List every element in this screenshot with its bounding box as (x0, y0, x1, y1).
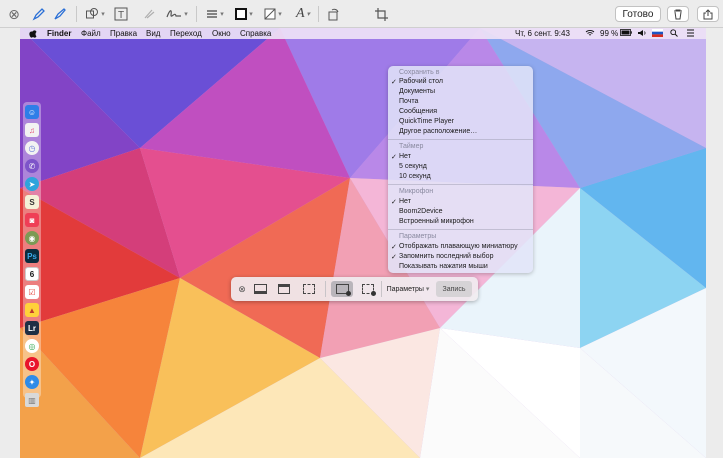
record-selection-icon[interactable] (359, 281, 377, 297)
battery-percent: 99 % (600, 29, 619, 38)
rotate-icon[interactable] (325, 5, 341, 23)
capture-bar-divider (325, 281, 326, 297)
reminders-icon[interactable]: ☑ (25, 285, 39, 299)
menubar-datetime[interactable]: Чт, 6 сент. 9:43 (515, 29, 570, 38)
font-icon[interactable]: A ▾ (292, 5, 314, 23)
itunes-icon[interactable]: ♫ (25, 123, 39, 137)
menu-divider (388, 184, 533, 185)
opera-icon[interactable]: O (25, 357, 39, 371)
menu-item-desktop[interactable]: Рабочий стол (399, 78, 443, 85)
menu-header-microphone: Микрофон (399, 188, 434, 195)
pen-icon[interactable] (31, 5, 47, 23)
pocket-icon[interactable]: ◙ (25, 213, 39, 227)
checkmark-icon: ✓ (391, 199, 397, 206)
menu-item-quicktime[interactable]: QuickTime Player (399, 118, 454, 125)
menu-item-messages[interactable]: Сообщения (399, 108, 437, 115)
apple-icon[interactable] (29, 29, 37, 40)
record-entire-screen-icon[interactable] (331, 281, 353, 297)
crop-icon[interactable] (373, 5, 389, 23)
menu-help[interactable]: Справка (240, 29, 271, 38)
menu-item-documents[interactable]: Документы (399, 88, 435, 95)
notification-center-icon[interactable] (686, 29, 695, 39)
done-button[interactable]: Готово (615, 6, 661, 22)
clock-icon[interactable]: ◷ (25, 141, 39, 155)
screenshot-capture-bar: ⊗ Параметры ▾ Запись (231, 277, 478, 301)
options-label: Параметры (386, 285, 424, 293)
safari-icon[interactable]: ✦ (25, 375, 39, 389)
menu-divider (388, 229, 533, 230)
toolbar-divider (318, 6, 319, 22)
toolbar-divider (196, 6, 197, 22)
close-icon[interactable]: ⊗ (5, 5, 23, 23)
capture-options-menu: Сохранить в ✓ Рабочий стол Документы Поч… (388, 66, 533, 273)
menu-item-mail[interactable]: Почта (399, 98, 418, 105)
menu-item-timer-10s[interactable]: 10 секунд (399, 173, 431, 180)
battery-icon[interactable] (620, 29, 632, 38)
trash-bin-icon[interactable]: ▥ (25, 393, 39, 407)
shapes-icon[interactable]: ▾ (84, 5, 106, 23)
dock: ☺ ♫ ◷ ✆ ➤ S ◙ ◉ Ps 6 ☑ ▲ Lr ◎ O ✦ ▥ (23, 102, 41, 407)
macos-menubar: Finder Файл Правка Вид Переход Окно Спра… (20, 28, 706, 39)
spotlight-icon[interactable] (670, 29, 678, 39)
signature-icon[interactable]: ▾ (165, 5, 189, 23)
menu-header-timer: Таймер (399, 143, 424, 150)
capture-window-icon[interactable] (275, 281, 293, 297)
menu-item-timer-5s[interactable]: 5 секунд (399, 163, 427, 170)
menu-item-other-location[interactable]: Другое расположение… (399, 128, 477, 135)
telegram-icon[interactable]: ➤ (25, 177, 39, 191)
finder-icon[interactable]: ☺ (25, 105, 39, 119)
calendar-icon[interactable]: 6 (25, 267, 39, 281)
svg-text:T: T (118, 10, 124, 21)
markup-toolbar: ⊗ ▾ T ▾ ▾ ▾ ▾ A ▾ Готово (0, 0, 723, 28)
line-style-icon[interactable]: ▾ (204, 5, 226, 23)
capture-entire-screen-icon[interactable] (251, 281, 269, 297)
menu-item-timer-none[interactable]: Нет (399, 153, 411, 160)
options-dropdown[interactable]: Параметры ▾ (386, 281, 430, 297)
capture-selection-icon[interactable] (300, 281, 318, 297)
scrivener-icon[interactable]: S (25, 195, 39, 209)
share-icon[interactable] (697, 6, 719, 22)
viber-icon[interactable]: ✆ (25, 159, 39, 173)
menu-file[interactable]: Файл (81, 29, 101, 38)
menu-item-show-mouse-clicks[interactable]: Показывать нажатия мыши (399, 263, 488, 270)
input-source-flag-icon[interactable] (652, 29, 663, 39)
checkmark-icon: ✓ (391, 244, 397, 251)
photoshop-icon[interactable]: Ps (25, 249, 39, 263)
menu-window[interactable]: Окно (212, 29, 231, 38)
volume-icon[interactable] (637, 29, 647, 39)
menu-header-options: Параметры (399, 233, 437, 240)
menu-item-floating-thumbnail[interactable]: Отображать плавающую миниатюру (399, 243, 518, 250)
menu-go[interactable]: Переход (170, 29, 202, 38)
chrome-icon[interactable]: ◎ (25, 339, 39, 353)
menu-divider (388, 139, 533, 140)
capture-bar-divider (381, 281, 382, 297)
menu-item-mic-none[interactable]: Нет (399, 198, 411, 205)
trash-icon[interactable] (667, 6, 689, 22)
vlc-icon[interactable]: ▲ (25, 303, 39, 317)
wallpaper (20, 28, 706, 458)
menu-item-mic-boom2device[interactable]: Boom2Device (399, 208, 443, 215)
highlighter-icon[interactable] (52, 5, 68, 23)
close-capture-icon[interactable]: ⊗ (237, 281, 247, 297)
menu-header-save-to: Сохранить в (399, 69, 440, 76)
checkmark-icon: ✓ (391, 154, 397, 161)
record-button[interactable]: Запись (436, 281, 472, 297)
border-color-icon[interactable]: ▾ (233, 5, 255, 23)
checkmark-icon: ✓ (391, 254, 397, 261)
chevron-down-icon: ▾ (425, 286, 430, 293)
menu-item-remember-selection[interactable]: Запомнить последний выбор (399, 253, 493, 260)
screenshot-preview: Finder Файл Правка Вид Переход Окно Спра… (20, 28, 706, 458)
menu-view[interactable]: Вид (146, 29, 160, 38)
checkmark-icon: ✓ (391, 79, 397, 86)
toolbar-divider (76, 6, 77, 22)
text-icon[interactable]: T (113, 5, 129, 23)
menu-edit[interactable]: Правка (110, 29, 137, 38)
wifi-icon[interactable] (585, 29, 595, 39)
menubar-app-name[interactable]: Finder (47, 29, 71, 38)
lightroom-icon[interactable]: Lr (25, 321, 39, 335)
fill-color-icon[interactable]: ▾ (262, 5, 284, 23)
capture-app-icon[interactable]: ◉ (25, 231, 39, 245)
eraser-icon[interactable] (141, 5, 157, 23)
menu-item-mic-builtin[interactable]: Встроенный микрофон (399, 218, 474, 225)
